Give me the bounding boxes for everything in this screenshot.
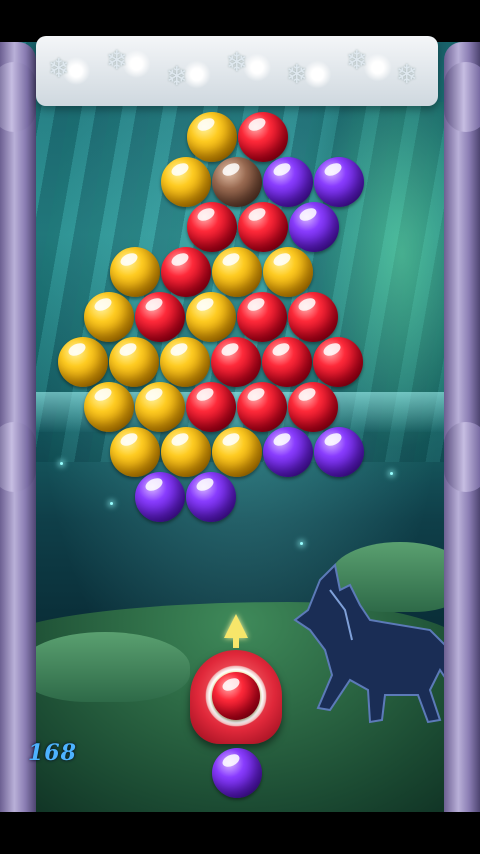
bubble-red [238,112,288,162]
bubble-yellow [109,337,159,387]
bubble-yellow [84,382,134,432]
snowflake-icon: ❄ [346,46,368,76]
sparkle [300,542,303,545]
bubble-yellow [212,427,262,477]
bubble-purple [314,427,364,477]
bubble-yellow [212,247,262,297]
bubble-yellow [161,427,211,477]
wolf-creature [293,562,462,724]
sparkle [60,462,63,465]
aim-arrow-icon[interactable] [224,614,248,638]
bubble-red [238,202,288,252]
sparkle [390,472,393,475]
bubble-shooter[interactable] [186,640,286,744]
bubble-purple [314,157,364,207]
left-pillar [0,42,36,812]
bubble-brown [212,157,262,207]
bubble-purple [289,202,339,252]
game-screen[interactable]: ❄ ❄ ❄ ❄ ❄ ❄ ❄ 168 [0,0,480,854]
snowflake-icon: ❄ [226,48,248,78]
snowflake-icon: ❄ [106,46,128,76]
bubble-purple [263,157,313,207]
pillar-knob [444,422,480,492]
bubble-red [186,382,236,432]
loaded-bubble [212,672,260,720]
bubble-purple [263,427,313,477]
frost-ceiling: ❄ ❄ ❄ ❄ ❄ ❄ ❄ [36,36,438,106]
bubble-yellow [110,427,160,477]
rock [20,632,190,702]
bubble-yellow [135,382,185,432]
bubble-purple [186,472,236,522]
bubble-yellow [160,337,210,387]
pillar-knob [0,62,36,132]
right-pillar [444,42,480,812]
score-counter: 168 [28,740,77,766]
bubble-red [313,337,363,387]
bubble-yellow [161,157,211,207]
bubble-purple [135,472,185,522]
bubble-yellow [58,337,108,387]
pillar-knob [444,62,480,132]
bubble-yellow [186,292,236,342]
bubble-yellow [187,112,237,162]
snowflake-icon: ❄ [166,62,188,92]
bubble-yellow [110,247,160,297]
bubble-yellow [84,292,134,342]
snowflake-icon: ❄ [48,54,70,84]
bubble-red [187,202,237,252]
bubble-red [135,292,185,342]
next-bubble[interactable] [212,748,262,798]
bubble-red [262,337,312,387]
snowflake-icon: ❄ [286,60,308,90]
snowflake-icon: ❄ [396,60,418,90]
bubble-red [237,382,287,432]
bubble-yellow [263,247,313,297]
bubble-red [237,292,287,342]
pillar-knob [0,422,36,492]
bubble-red [288,382,338,432]
sparkle [110,502,113,505]
bubble-red [288,292,338,342]
bubble-red [161,247,211,297]
bubble-red [211,337,261,387]
